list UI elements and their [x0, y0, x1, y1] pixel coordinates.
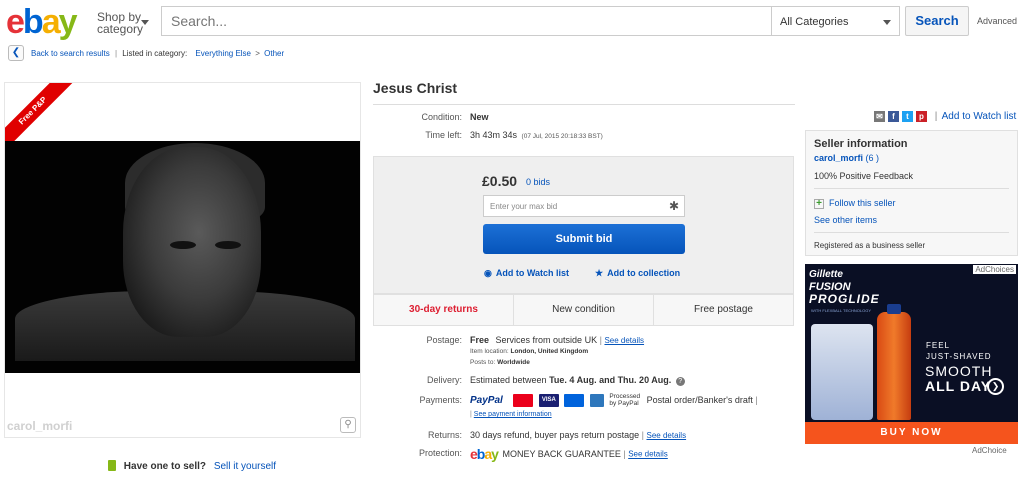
item-location: Item location: London, United Kingdom	[470, 348, 589, 355]
item-image-panel[interactable]: Free P&P carol_morfi ⚲	[4, 82, 361, 438]
returns-label: Returns:	[427, 430, 462, 440]
protection-label: Protection:	[418, 448, 462, 458]
shop-by-category-button[interactable]: Shop by category	[97, 11, 149, 35]
help-icon[interactable]: ?	[675, 377, 685, 386]
mastercard-icon	[513, 393, 534, 407]
registered-business-seller: Registered as a business seller	[814, 241, 926, 250]
protection-value: ebay MONEY BACK GUARANTEE | See details	[470, 446, 668, 462]
chevron-down-icon	[883, 20, 891, 25]
postage-see-details-link[interactable]: See details	[604, 336, 644, 345]
shave-gel-product-image	[877, 312, 911, 420]
condition-label: Condition:	[421, 112, 462, 122]
zoom-icon[interactable]: ⚲	[340, 417, 356, 433]
search-button[interactable]: Search	[905, 6, 969, 36]
add-to-watch-list-link[interactable]: Add to Watch list	[942, 111, 1017, 122]
share-bar: ✉ f t p | Add to Watch list	[874, 111, 1016, 122]
buy-now-button[interactable]: BUY NOW	[805, 422, 1018, 444]
seller-name-link[interactable]: carol_morfi (6 )	[814, 153, 879, 163]
category-select[interactable]: All Categories	[771, 6, 900, 36]
category-link-everything-else[interactable]: Everything Else	[195, 49, 251, 58]
postage-value: Free Services from outside UK | See deta…	[470, 335, 645, 345]
max-bid-input[interactable]: Enter your max bid ✱	[483, 195, 685, 217]
bid-count-link[interactable]: 0 bids	[526, 177, 550, 187]
image-watermark: carol_morfi	[7, 419, 73, 433]
divider	[373, 104, 795, 105]
protection-see-details-link[interactable]: See details	[628, 450, 668, 459]
delivery-label: Delivery:	[426, 375, 462, 385]
arrow-right-icon[interactable]: ❯	[987, 378, 1004, 395]
see-other-items-link[interactable]: See other items	[814, 215, 877, 225]
price-tag-icon	[108, 460, 116, 471]
returns-see-details-link[interactable]: See details	[646, 431, 686, 440]
email-icon[interactable]: ✉	[874, 111, 885, 122]
amex-icon	[589, 393, 604, 407]
time-left-value: 3h 43m 34s (07 Jul, 2015 20:18:33 BST)	[470, 130, 603, 140]
follow-seller-button[interactable]: + Follow this seller	[814, 198, 896, 209]
advanced-search-link[interactable]: Advanced	[977, 16, 1017, 26]
feature-postage: Free postage	[694, 304, 753, 315]
maestro-icon	[564, 393, 585, 407]
submit-bid-button[interactable]: Submit bid	[483, 224, 685, 254]
delivery-value: Estimated between Tue. 4 Aug. and Thu. 2…	[470, 375, 685, 386]
divider	[814, 188, 1009, 189]
feature-returns: 30-day returns	[374, 295, 514, 325]
sell-one-prompt: Have one to sell? Sell it yourself	[108, 460, 276, 472]
seller-info-panel: Seller information carol_morfi (6 ) 100%…	[805, 130, 1018, 256]
time-left-label: Time left:	[425, 130, 462, 140]
payment-info-link[interactable]: | See payment information	[470, 411, 552, 418]
search-input-wrapper[interactable]	[161, 6, 773, 36]
positive-feedback: 100% Positive Feedback	[814, 171, 914, 181]
pinterest-icon[interactable]: p	[916, 111, 927, 122]
facebook-icon[interactable]: f	[888, 111, 899, 122]
payment-methods: PayPal VISA Processed by PayPal Postal or…	[470, 393, 758, 407]
feature-strip: 30-day returns New condition Free postag…	[373, 294, 794, 326]
feature-condition: New condition	[514, 295, 654, 325]
listed-in-label: Listed in category:	[122, 49, 188, 58]
current-price: £0.50	[482, 173, 518, 189]
adchoices-link[interactable]: AdChoices	[973, 265, 1016, 274]
returns-value: 30 days refund, buyer pays return postag…	[470, 430, 687, 440]
bid-box: £0.50 0 bids Enter your max bid ✱ Submit…	[373, 156, 794, 294]
paypal-logo: PayPal	[470, 394, 503, 406]
postage-label: Postage:	[426, 335, 462, 345]
eye-icon: ◉	[484, 268, 492, 278]
item-title: Jesus Christ	[373, 80, 458, 96]
divider	[814, 232, 1009, 233]
back-to-results-link[interactable]: Back to search results	[31, 49, 110, 58]
twitter-icon[interactable]: t	[902, 111, 913, 122]
asterisk-icon: ✱	[668, 199, 679, 213]
posts-to: Posts to: Worldwide	[470, 359, 530, 366]
gillette-ad[interactable]: Gillette FUSION PROGLIDE WITH FLEXBALL T…	[805, 264, 1018, 444]
chevron-down-icon	[141, 20, 149, 25]
seller-info-heading: Seller information	[814, 138, 908, 150]
ebay-logo[interactable]: ebay	[6, 4, 78, 40]
search-input[interactable]	[162, 7, 773, 35]
category-link-other[interactable]: Other	[264, 49, 284, 58]
breadcrumb: Back to search results | Listed in categ…	[31, 49, 285, 58]
condition-value: New	[470, 112, 489, 122]
add-to-collection-button[interactable]: ★ Add to collection	[595, 268, 680, 279]
razor-product-image	[811, 324, 873, 420]
sell-it-yourself-link[interactable]: Sell it yourself	[214, 461, 276, 472]
item-photo[interactable]	[5, 141, 360, 373]
processed-by-paypal: Processed by PayPal	[609, 393, 641, 407]
back-arrow-icon[interactable]: ❮	[8, 45, 24, 61]
adchoice-footer-link[interactable]: AdChoice	[972, 446, 1007, 455]
star-icon: ★	[595, 268, 604, 278]
visa-icon: VISA	[538, 393, 559, 407]
ebay-small-logo: ebay	[470, 446, 499, 462]
plus-icon: +	[814, 199, 824, 209]
payments-label: Payments:	[419, 395, 462, 405]
add-to-watch-list-button[interactable]: ◉ Add to Watch list	[484, 268, 569, 279]
